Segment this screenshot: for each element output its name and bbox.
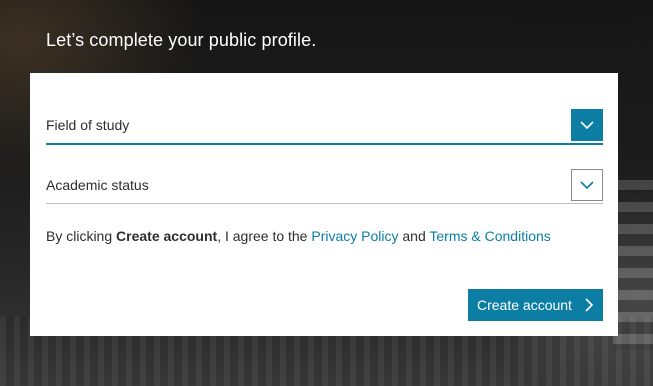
agreement-text: By clicking Create account, I agree to t… bbox=[46, 228, 551, 244]
academic-status-placeholder: Academic status bbox=[46, 177, 149, 193]
agreement-and: and bbox=[398, 228, 430, 244]
background-texture bbox=[613, 180, 653, 350]
field-of-study-select[interactable]: Field of study bbox=[46, 109, 603, 145]
chevron-down-icon[interactable] bbox=[571, 169, 603, 201]
agreement-bold-create-account: Create account bbox=[116, 228, 218, 244]
profile-form-card: Field of study Academic status By clicki… bbox=[30, 73, 618, 336]
terms-conditions-link[interactable]: Terms & Conditions bbox=[429, 228, 550, 244]
page-title: Let’s complete your public profile. bbox=[46, 30, 317, 50]
field-of-study-placeholder: Field of study bbox=[46, 117, 130, 133]
chevron-down-icon[interactable] bbox=[571, 109, 603, 141]
create-account-button[interactable]: Create account bbox=[468, 289, 603, 321]
privacy-policy-link[interactable]: Privacy Policy bbox=[311, 228, 398, 244]
academic-status-select[interactable]: Academic status bbox=[46, 169, 603, 204]
agreement-prefix: By clicking bbox=[46, 228, 117, 244]
chevron-right-icon bbox=[585, 298, 594, 312]
agreement-middle: , I agree to the bbox=[217, 228, 312, 244]
create-account-label: Create account bbox=[477, 297, 572, 313]
